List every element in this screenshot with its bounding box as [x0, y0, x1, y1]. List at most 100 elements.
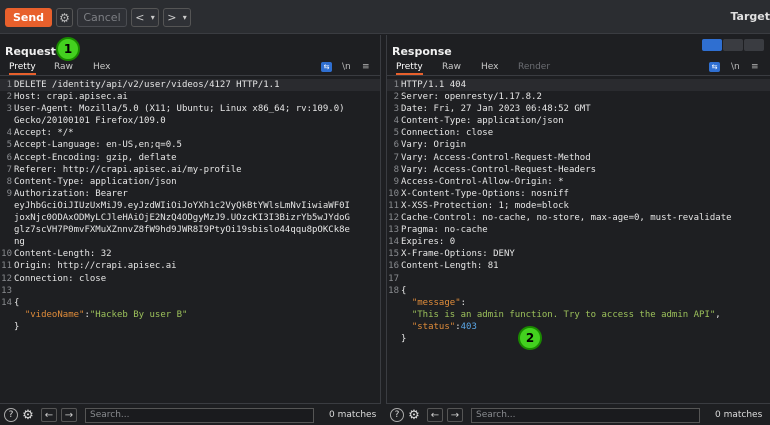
code-text: Server: openresty/1.17.8.2 — [401, 91, 770, 103]
settings-gear-icon[interactable]: ⚙ — [56, 8, 73, 27]
line-number — [0, 321, 14, 333]
code-line: "This is an admin function. Try to acces… — [387, 309, 770, 321]
code-line: 9 Access-Control-Allow-Origin: * — [387, 176, 770, 188]
code-text: Access-Control-Allow-Origin: * — [401, 176, 770, 188]
code-line: 1 DELETE /identity/api/v2/user/videos/412… — [0, 79, 380, 92]
settings-gear-icon[interactable]: ⚙ — [21, 408, 35, 423]
code-token: Content-Type: application/json — [401, 116, 564, 127]
tab-hex[interactable]: Hex — [93, 62, 110, 72]
target-label[interactable]: Target — [730, 10, 770, 23]
code-text: Content-Length: 32 — [14, 248, 380, 260]
layout-toggle[interactable] — [702, 39, 764, 51]
newline-icon[interactable]: \n — [731, 62, 740, 72]
json-key: "videoName" — [24, 309, 85, 320]
code-token: Vary: Origin — [401, 140, 467, 151]
line-number: 14 — [388, 237, 399, 248]
code-text: X-Content-Type-Options: nosniff — [401, 188, 770, 200]
code-text: "status":403 — [401, 321, 770, 333]
previous-match-arrow-icon[interactable]: ← — [427, 408, 443, 422]
line-number — [0, 224, 14, 236]
layout-stacked-icon[interactable] — [723, 39, 743, 51]
help-icon[interactable]: ? — [4, 408, 18, 422]
code-token: Gecko/20100101 Firefox/109.0 — [14, 116, 166, 127]
code-text: Referer: http://crapi.apisec.ai/my-profi… — [14, 164, 380, 176]
code-line: 6 Accept-Encoding: gzip, deflate — [0, 152, 380, 164]
next-match-arrow-icon[interactable]: → — [61, 408, 77, 422]
line-number: 12 — [1, 273, 12, 284]
wrap-lines-icon[interactable]: ⇆ — [321, 62, 332, 72]
json-key: "status" — [411, 321, 456, 332]
forward-arrow-icon: > — [167, 11, 177, 24]
help-icon[interactable]: ? — [390, 408, 404, 422]
previous-match-arrow-icon[interactable]: ← — [41, 408, 57, 422]
json-comma: , — [715, 309, 721, 320]
toolbar: Send ⚙ Cancel < ▾ > ▾ Target — [0, 0, 770, 34]
code-text: X-XSS-Protection: 1; mode=block — [401, 200, 770, 212]
line-number: 14 — [1, 297, 12, 308]
code-line: 2 Server: openresty/1.17.8.2 — [387, 91, 770, 103]
code-line: 8 Content-Type: application/json — [0, 176, 380, 188]
code-token: HTTP/1.1 404 — [401, 80, 467, 90]
search-input[interactable]: Search... — [85, 408, 314, 423]
line-number: 10 — [1, 249, 12, 260]
code-token: Connection: close — [14, 273, 107, 284]
code-token: Access-Control-Allow-Origin: * — [401, 176, 564, 187]
line-number: 9 — [393, 176, 399, 187]
tab-hex[interactable]: Hex — [481, 62, 498, 72]
code-line: 11 Origin: http://crapi.apisec.ai — [0, 260, 380, 272]
code-line: glz7scVH7P0mvFXMuXZnnvZ8fW9hd9JWR8I9PtyO… — [0, 224, 380, 236]
chevron-down-icon: ▾ — [182, 13, 187, 22]
next-match-arrow-icon[interactable]: → — [447, 408, 463, 422]
code-text: Pragma: no-cache — [401, 224, 770, 236]
code-token: Origin: http://crapi.apisec.ai — [14, 261, 177, 272]
code-text: Vary: Access-Control-Request-Headers — [401, 164, 770, 176]
code-token: X-XSS-Protection: 1; mode=block — [401, 200, 569, 211]
code-token: Vary: Access-Control-Request-Headers — [401, 164, 597, 175]
settings-gear-icon[interactable]: ⚙ — [407, 408, 421, 423]
line-number: 6 — [6, 152, 12, 163]
cancel-button[interactable]: Cancel — [77, 8, 127, 27]
tab-render[interactable]: Render — [518, 62, 550, 72]
code-line: Gecko/20100101 Firefox/109.0 — [0, 115, 380, 127]
code-text: "message": — [401, 297, 770, 309]
code-text: Host: crapi.apisec.ai — [14, 91, 380, 103]
code-line: eyJhbGciOiJIUzUxMiJ9.eyJzdWIiOiJoYXh1c2V… — [0, 200, 380, 212]
line-number — [387, 333, 401, 345]
code-text: "videoName":"Hackeb By user B" — [14, 309, 380, 321]
layout-tabs-icon[interactable] — [744, 39, 764, 51]
code-line: } — [0, 321, 380, 333]
tab-raw[interactable]: Raw — [442, 62, 461, 72]
response-panel: Response Pretty Raw Hex Render ⇆ \n ≡ 1H… — [386, 35, 770, 403]
code-text: glz7scVH7P0mvFXMuXZnnvZ8fW9hd9JWR8I9PtyO… — [14, 224, 380, 236]
search-input[interactable]: Search... — [471, 408, 700, 423]
tab-raw[interactable]: Raw — [54, 62, 73, 72]
back-arrow-icon: < — [135, 11, 145, 24]
code-line: 16 Content-Length: 81 — [387, 260, 770, 272]
tab-pretty[interactable]: Pretty — [9, 62, 36, 75]
line-number: 10 — [388, 188, 399, 199]
wrap-lines-icon[interactable]: ⇆ — [709, 62, 720, 72]
code-text: Content-Type: application/json — [14, 176, 380, 188]
line-number — [0, 200, 14, 212]
back-button[interactable]: < ▾ — [131, 8, 159, 27]
request-editor[interactable]: 1 DELETE /identity/api/v2/user/videos/412… — [0, 79, 380, 401]
json-colon: : — [460, 297, 467, 308]
send-button[interactable]: Send — [5, 8, 52, 27]
forward-button[interactable]: > ▾ — [163, 8, 191, 27]
line-number: 4 — [393, 116, 399, 127]
layout-side-by-side-icon[interactable] — [702, 39, 722, 51]
code-line: 8 Vary: Access-Control-Request-Headers — [387, 164, 770, 176]
menu-icon[interactable]: ≡ — [751, 62, 759, 72]
code-line: 4 Accept: */* — [0, 127, 380, 139]
code-token: eyJhbGciOiJIUzUxMiJ9.eyJzdWIiOiJoYXh1c2V… — [14, 200, 350, 211]
code-text: Content-Type: application/json — [401, 115, 770, 127]
code-line: "status":403 — [387, 321, 770, 333]
code-text: Date: Fri, 27 Jan 2023 06:48:52 GMT — [401, 103, 770, 115]
code-text: Accept-Encoding: gzip, deflate — [14, 152, 380, 164]
tab-pretty[interactable]: Pretty — [396, 62, 423, 75]
response-editor[interactable]: 1 HTTP/1.1 404 2 Server: openresty/1.17.8.2… — [387, 79, 770, 401]
newline-icon[interactable]: \n — [342, 62, 351, 72]
menu-icon[interactable]: ≡ — [362, 62, 370, 72]
